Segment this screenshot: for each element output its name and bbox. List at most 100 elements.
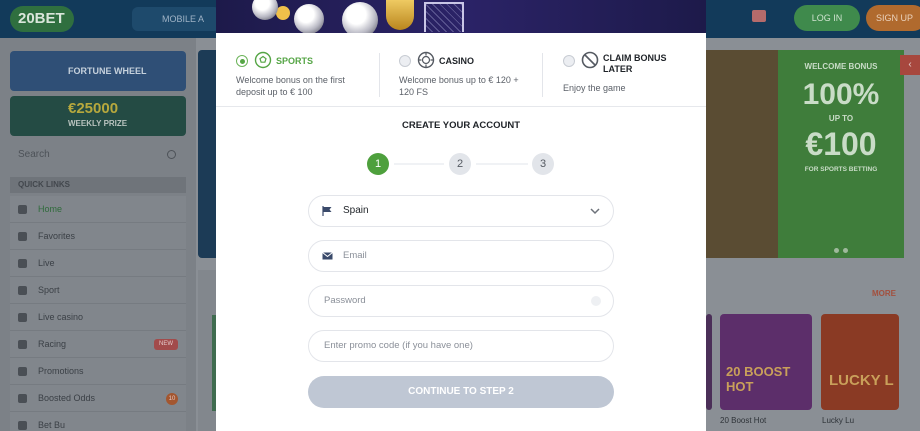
weekly-prize-amount: €25000 — [68, 100, 119, 117]
welcome-bonus-percent: 100% — [802, 78, 880, 111]
goal-net-icon — [424, 2, 464, 32]
email-placeholder: Email — [343, 250, 367, 261]
radio-unselected[interactable] — [399, 55, 411, 67]
chevron-down-icon — [590, 208, 600, 215]
site-logo[interactable]: 20BET — [10, 6, 74, 32]
carousel-prev-arrow-icon[interactable]: ‹ — [900, 55, 920, 75]
weekly-prize-label: WEEKLY PRIZE — [68, 119, 128, 128]
soccer-ball-icon — [254, 51, 272, 69]
flag-icon — [322, 206, 332, 216]
registration-modal: SPORTS Welcome bonus on the first deposi… — [216, 0, 706, 431]
soccer-ball-icon — [294, 4, 324, 33]
continue-button[interactable]: CONTINUE TO STEP 2 — [308, 376, 614, 408]
welcome-bonus-amount: €100 — [805, 126, 877, 162]
more-games-link[interactable]: MORE — [872, 289, 896, 298]
language-flag-icon[interactable] — [752, 10, 766, 22]
sidebar-item-label: Favorites — [38, 231, 76, 241]
bonus-selector: SPORTS Welcome bonus on the first deposi… — [216, 33, 706, 107]
game-art-text: LUCKY L — [829, 372, 894, 389]
divider — [379, 53, 380, 97]
horse-icon — [18, 340, 27, 349]
games-section-edge — [198, 270, 216, 431]
sidebar-item-label: Promotions — [38, 366, 84, 376]
sidebar-item-racing[interactable]: Racing NEW — [10, 331, 186, 358]
bonus-option-claim-later[interactable]: CLAIM BONUS LATER Enjoy the game — [563, 33, 703, 107]
sidebar-item-label: Live casino — [38, 312, 84, 322]
bonus-option-title: CLAIM BONUS LATER — [603, 53, 667, 74]
radio-selected[interactable] — [236, 55, 248, 67]
carousel-dots[interactable] — [834, 240, 852, 258]
sidebar-item-label: Live — [38, 258, 55, 268]
game-tile-20-boost-hot[interactable]: 20 BOOST HOT — [720, 314, 812, 410]
show-password-icon[interactable] — [591, 296, 601, 306]
bonus-option-title: SPORTS — [276, 56, 314, 66]
sidebar-item-label: Home — [38, 204, 63, 214]
envelope-icon — [322, 252, 333, 260]
quick-links-header[interactable]: QUICK LINKS — [10, 177, 186, 193]
search-icon — [167, 150, 176, 159]
card-icon — [18, 313, 27, 322]
divider — [542, 53, 543, 97]
password-field[interactable]: Password — [308, 285, 614, 317]
email-field[interactable]: Email — [308, 240, 614, 272]
sidebar-item-favorites[interactable]: Favorites — [10, 223, 186, 250]
game-tile-lucky[interactable]: LUCKY L — [821, 314, 899, 410]
sidebar-item-label: Boosted Odds — [38, 393, 96, 403]
sidebar-nav: Home Favorites Live Sport Live casino Ra… — [10, 196, 186, 431]
sidebar-item-sport[interactable]: Sport — [10, 277, 186, 304]
welcome-bonus-title: WELCOME BONUS — [804, 62, 878, 71]
sidebar-item-boosted-odds[interactable]: Boosted Odds 10 — [10, 385, 186, 412]
bet-icon — [18, 421, 27, 430]
bonus-option-description: Welcome bonus on the first deposit up to… — [236, 75, 345, 97]
bonus-option-title: CASINO — [439, 56, 475, 66]
radio-unselected[interactable] — [563, 55, 575, 67]
step-indicator-2: 2 — [449, 153, 471, 175]
welcome-bonus-up-to: UP TO — [828, 114, 854, 123]
sidebar-item-label: Bet Bu — [38, 420, 66, 430]
bonus-option-casino[interactable]: CASINO Welcome bonus up to € 120 + 120 F… — [399, 33, 539, 107]
main-banner-edge — [198, 50, 216, 258]
sidebar-search-placeholder: Search — [18, 149, 50, 160]
step-indicator-1: 1 — [367, 153, 389, 175]
create-account-title: CREATE YOUR ACCOUNT — [401, 120, 521, 131]
no-bonus-icon — [581, 51, 599, 69]
promo-code-field[interactable]: Enter promo code (if you have one) — [308, 330, 614, 362]
sidebar-item-home[interactable]: Home — [10, 196, 186, 223]
step-connector — [394, 163, 444, 165]
trophy-icon — [386, 0, 414, 30]
signup-button[interactable]: SIGN UP — [866, 5, 920, 31]
game-tile-partial[interactable] — [706, 314, 712, 410]
welcome-bonus-subtitle: FOR SPORTS BETTING — [804, 166, 878, 173]
sidebar-item-live[interactable]: Live — [10, 250, 186, 277]
bonus-option-description: Enjoy the game — [563, 83, 626, 93]
coin-icon — [276, 6, 290, 20]
live-icon — [18, 259, 27, 268]
sidebar-item-promotions[interactable]: Promotions — [10, 358, 186, 385]
sport-icon — [18, 286, 27, 295]
password-placeholder: Password — [324, 295, 366, 306]
bonus-option-description: Welcome bonus up to € 120 + 120 FS — [399, 75, 519, 97]
game-caption: Lucky Lu — [822, 416, 855, 425]
welcome-bonus-banner[interactable]: WELCOME BONUS 100% UP TO €100 FOR SPORTS… — [778, 50, 904, 258]
country-select[interactable]: Spain — [308, 195, 614, 227]
modal-hero-banner — [216, 0, 706, 33]
mobile-app-button[interactable]: MOBILE A — [132, 7, 220, 31]
star-icon — [18, 232, 27, 241]
sidebar-search-input[interactable]: Search — [10, 144, 186, 166]
bonus-option-sports[interactable]: SPORTS Welcome bonus on the first deposi… — [236, 33, 386, 107]
sidebar-item-bet-builder[interactable]: Bet Bu — [10, 412, 186, 431]
boost-icon — [18, 394, 27, 403]
count-badge: 10 — [166, 393, 178, 405]
fortune-wheel-promo[interactable]: FORTUNE WHEEL — [10, 51, 186, 91]
soccer-ball-icon — [342, 2, 378, 33]
new-badge: NEW — [154, 339, 178, 350]
login-button[interactable]: LOG IN — [794, 5, 860, 31]
sidebar: FORTUNE WHEEL €25000 WEEKLY PRIZE Search… — [0, 38, 196, 431]
home-icon — [18, 205, 27, 214]
step-indicator-3: 3 — [532, 153, 554, 175]
weekly-prize-promo[interactable]: €25000 WEEKLY PRIZE — [10, 96, 186, 136]
casino-chip-icon — [417, 51, 435, 69]
soccer-ball-icon — [252, 0, 278, 20]
sidebar-item-live-casino[interactable]: Live casino — [10, 304, 186, 331]
game-caption: 20 Boost Hot — [720, 416, 767, 425]
